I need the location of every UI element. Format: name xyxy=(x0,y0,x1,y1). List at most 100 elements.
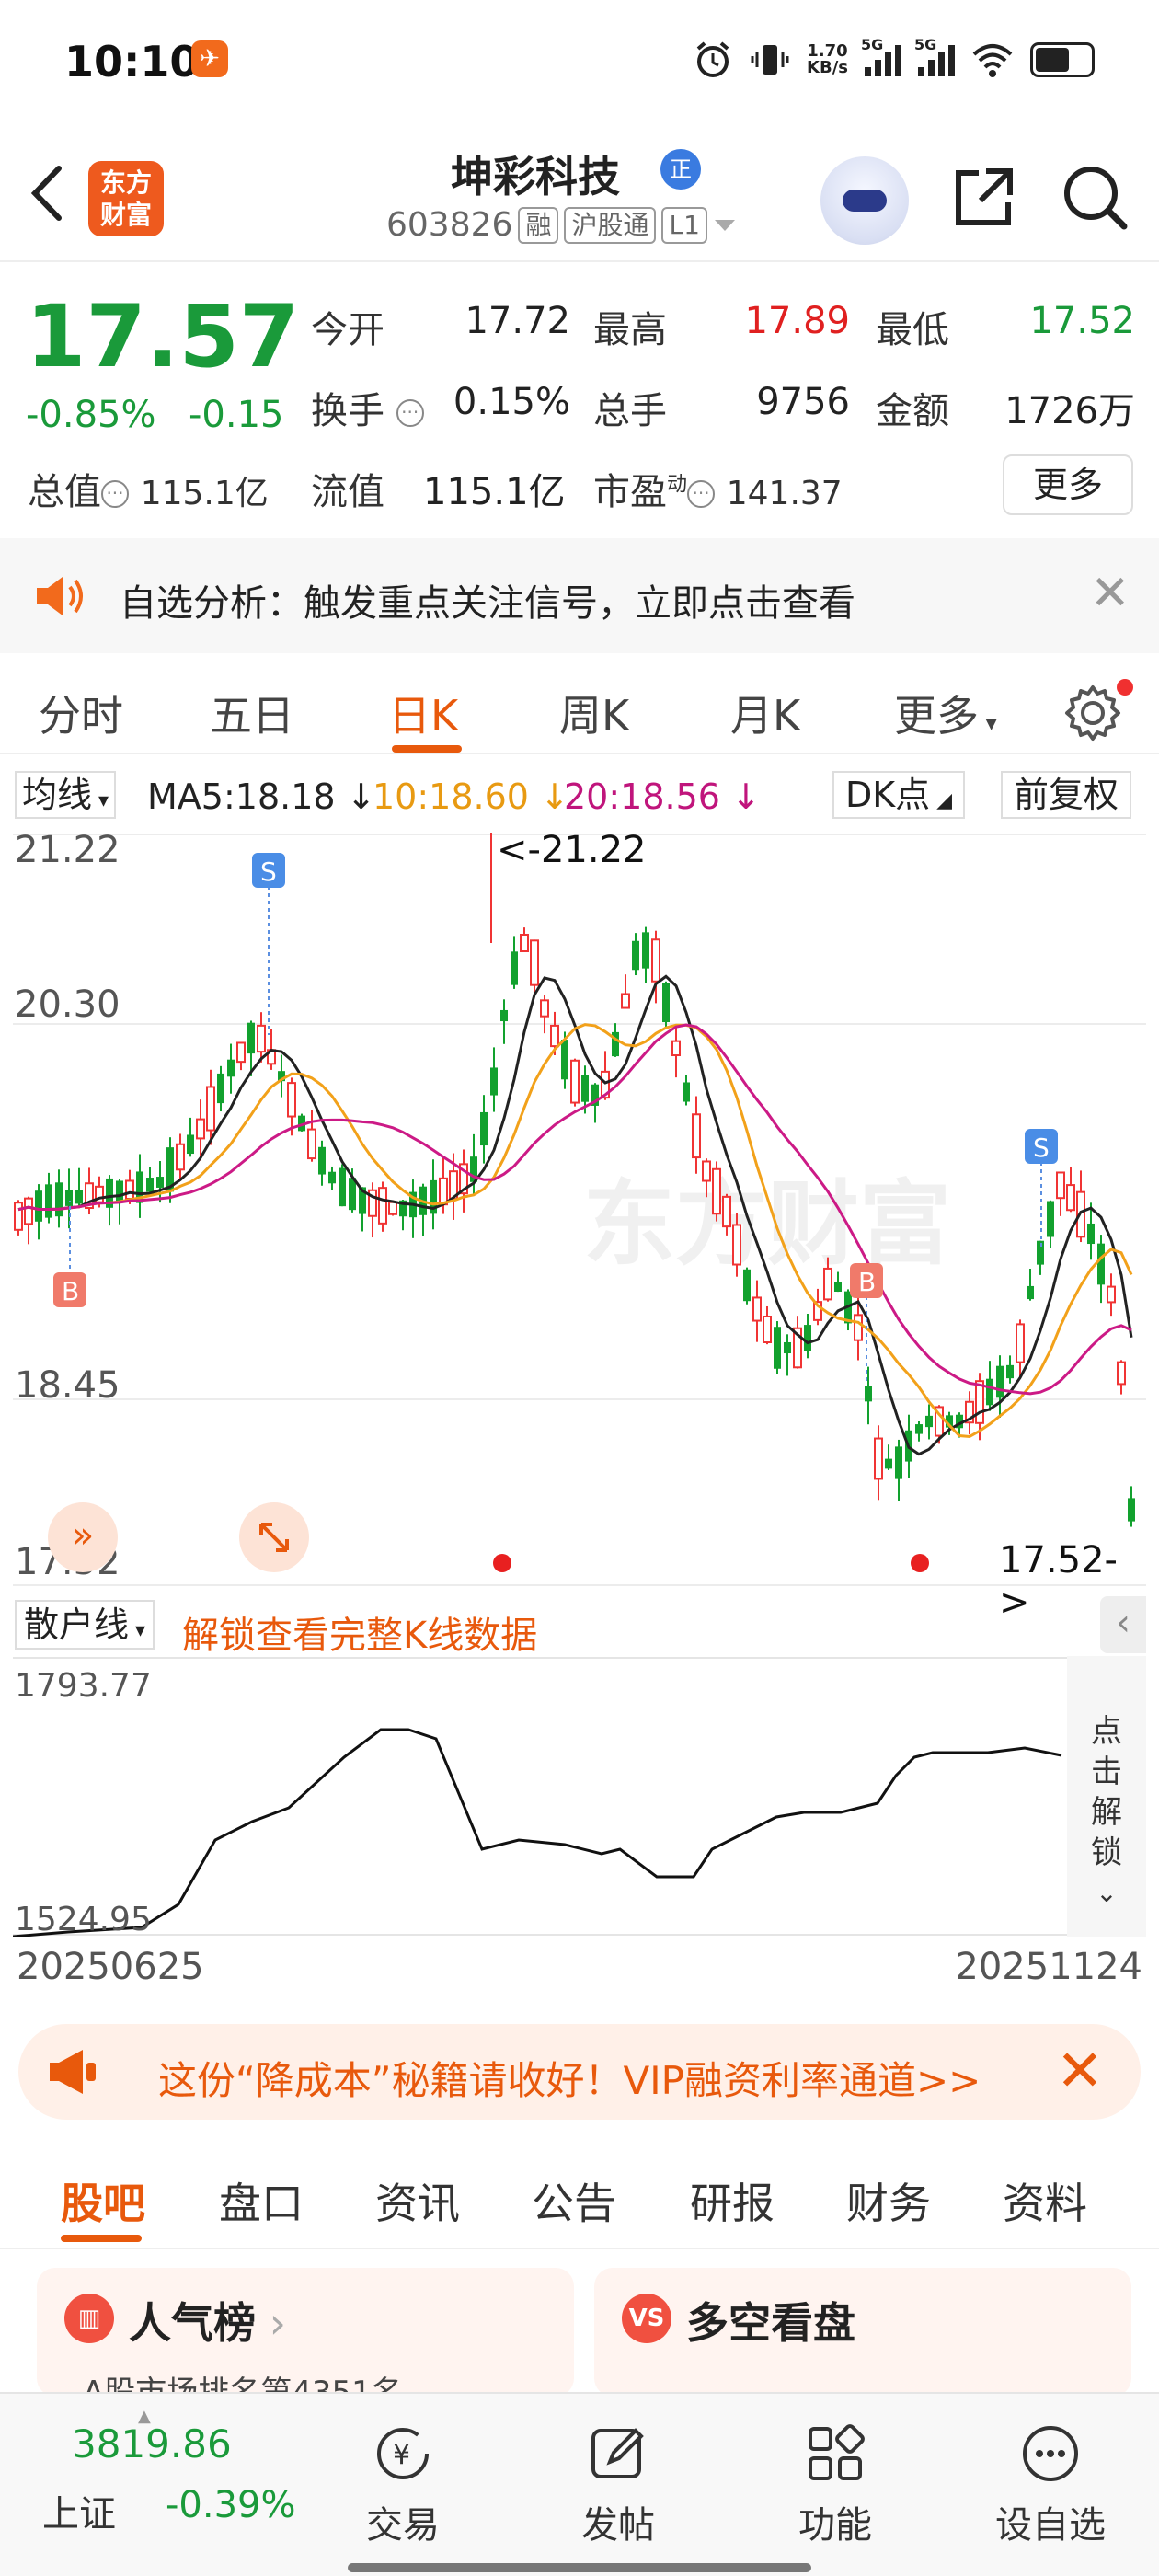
alarm-icon xyxy=(696,41,729,77)
kline-chart[interactable]: 东方财富 SBBS 21.22 20.30 18.45 17.52 <-21.2… xyxy=(13,829,1146,1624)
candle-body xyxy=(683,1082,690,1102)
tab-more[interactable]: 更多 ▾ xyxy=(894,683,997,743)
close-icon[interactable]: ✕ xyxy=(1090,566,1130,621)
close-icon[interactable]: ✕ xyxy=(1056,2037,1104,2104)
candle-body xyxy=(1027,1285,1034,1300)
index-value[interactable]: 3819.86 xyxy=(72,2421,232,2467)
event-dot[interactable] xyxy=(911,1554,929,1572)
volume-label: 总手 xyxy=(593,390,667,432)
stock-name: 坤彩科技 xyxy=(451,152,620,201)
ma-select[interactable]: 均线 ▾ xyxy=(15,771,117,819)
info-icon: ··· xyxy=(101,480,129,508)
indicator-select[interactable]: 散户线 ▾ xyxy=(15,1600,155,1650)
ma10-value: 10:18.60 ↓ xyxy=(373,776,569,817)
ai-assistant-icon[interactable] xyxy=(820,156,909,245)
amount-value: 1726万 xyxy=(1004,390,1135,432)
max-price-marker: <-21.22 xyxy=(497,829,647,871)
expand-left-button[interactable]: » xyxy=(48,1502,118,1572)
tab-pankou[interactable]: 盘口 xyxy=(219,2170,304,2231)
dk-select[interactable]: DK点 ◢ xyxy=(832,771,966,819)
candle-body xyxy=(975,1380,984,1424)
candle-body xyxy=(986,1378,993,1406)
more-circle-icon xyxy=(1023,2426,1078,2481)
candle-body xyxy=(702,1160,711,1182)
open-value: 17.72 xyxy=(465,300,570,342)
long-short-card[interactable]: VS 多空看盘 xyxy=(594,2268,1131,2397)
current-price: 17.57 xyxy=(26,287,300,387)
signal-label: B xyxy=(62,1276,79,1306)
app-logo[interactable]: 东方 财富 xyxy=(88,161,164,236)
unlock-kline-link[interactable]: 解锁查看完整K线数据 xyxy=(182,1605,537,1659)
home-indicator[interactable] xyxy=(348,2563,811,2572)
candle-body xyxy=(743,1269,751,1302)
candle-body xyxy=(236,1041,246,1064)
search-icon[interactable] xyxy=(1058,160,1131,234)
tab-monthly-k[interactable]: 月K xyxy=(730,683,800,743)
tag-margin: 融 xyxy=(518,206,559,244)
candle-body xyxy=(1087,1223,1095,1245)
candle-body xyxy=(388,1201,397,1215)
grid-icon xyxy=(809,2424,865,2480)
candle-body xyxy=(328,1171,336,1184)
unlock-side-button[interactable]: 点击解锁 ⌄ xyxy=(1067,1656,1146,1937)
dropdown-triangle-icon xyxy=(714,219,735,231)
turnover-value: 0.15% xyxy=(453,381,570,423)
bottom-nav: ▲ 3819.86 上证 -0.39% ¥ 交易 发帖 功能 设自选 xyxy=(0,2392,1159,2576)
candle-body xyxy=(530,939,539,986)
tab-announcements[interactable]: 公告 xyxy=(532,2170,616,2231)
high-label: 最高 xyxy=(593,309,667,351)
promo-text: 这份“降成本”秘籍请收好！VIP融资利率通道>> xyxy=(158,2058,981,2103)
fullscreen-button[interactable] xyxy=(239,1502,309,1572)
tab-weekly-k[interactable]: 周K xyxy=(559,683,629,743)
nav-functions[interactable]: 功能 xyxy=(771,2421,900,2548)
candle-body xyxy=(500,1009,508,1022)
adjust-button[interactable]: 前复权 xyxy=(1001,771,1132,819)
candle-body xyxy=(621,993,630,1009)
collapse-arrow-icon[interactable]: ‹ xyxy=(1100,1596,1146,1653)
notice-bar[interactable]: 自选分析：触发重点关注信号，立即点击查看 ✕ xyxy=(0,538,1159,653)
period-tabs: 分时 五日 日K 周K 月K 更多 ▾ xyxy=(0,672,1159,754)
nav-add-watchlist[interactable]: 设自选 xyxy=(986,2421,1115,2548)
tab-profile[interactable]: 资料 xyxy=(1003,2170,1087,2231)
event-dot[interactable] xyxy=(493,1554,511,1572)
total-cap[interactable]: 总值 ··· 115.1亿 xyxy=(28,462,269,515)
back-button[interactable] xyxy=(24,161,79,225)
popularity-card[interactable]: ▥ 人气榜 › A股市场排名第4351名 xyxy=(37,2268,574,2397)
candle-body xyxy=(156,1177,164,1188)
candle-body xyxy=(570,1059,580,1104)
signal-2: 5G xyxy=(914,36,955,76)
tab-finance[interactable]: 财务 xyxy=(846,2170,931,2231)
vibrate-icon xyxy=(751,45,789,75)
candle-body xyxy=(520,933,529,953)
tab-intraday[interactable]: 分时 xyxy=(39,683,123,743)
tab-five-day[interactable]: 五日 xyxy=(210,683,294,743)
candle-body xyxy=(490,1067,498,1096)
long-short-title: 多空看盘 xyxy=(686,2298,855,2348)
candle-body xyxy=(1117,1361,1126,1386)
promo-banner[interactable]: 这份“降成本”秘籍请收好！VIP融资利率通道>> ✕ xyxy=(18,2024,1141,2120)
pe-label[interactable]: 市盈动 ··· 141.37 xyxy=(593,462,843,515)
tag-level: L1 xyxy=(661,206,707,244)
tab-guba[interactable]: 股吧 xyxy=(61,2170,145,2231)
stock-code-row[interactable]: 603826 融 沪股通 L1 xyxy=(386,206,737,244)
nav-post[interactable]: 发帖 xyxy=(554,2421,683,2548)
edit-icon xyxy=(591,2428,644,2478)
trade-icon: ¥ xyxy=(377,2428,429,2479)
share-icon[interactable] xyxy=(947,160,1021,234)
tab-research[interactable]: 研报 xyxy=(690,2170,775,2231)
candle-body xyxy=(854,1314,863,1341)
tab-daily-k[interactable]: 日K xyxy=(388,683,458,743)
low-label: 最低 xyxy=(876,309,949,351)
change-percent: -0.85% xyxy=(26,394,156,436)
volume-value: 9756 xyxy=(756,381,850,423)
more-quote-button[interactable]: 更多 xyxy=(1003,454,1133,515)
candle-body xyxy=(752,1296,762,1322)
turnover-label[interactable]: 换手 ··· xyxy=(311,381,424,434)
megaphone-icon xyxy=(50,2050,96,2094)
float-cap-value: 115.1亿 xyxy=(423,471,566,513)
tab-news[interactable]: 资讯 xyxy=(375,2170,460,2231)
nav-trade[interactable]: ¥ 交易 xyxy=(339,2421,467,2548)
candle-body xyxy=(35,1190,42,1222)
candle-body xyxy=(1128,1498,1135,1522)
gear-icon[interactable] xyxy=(1062,683,1123,743)
